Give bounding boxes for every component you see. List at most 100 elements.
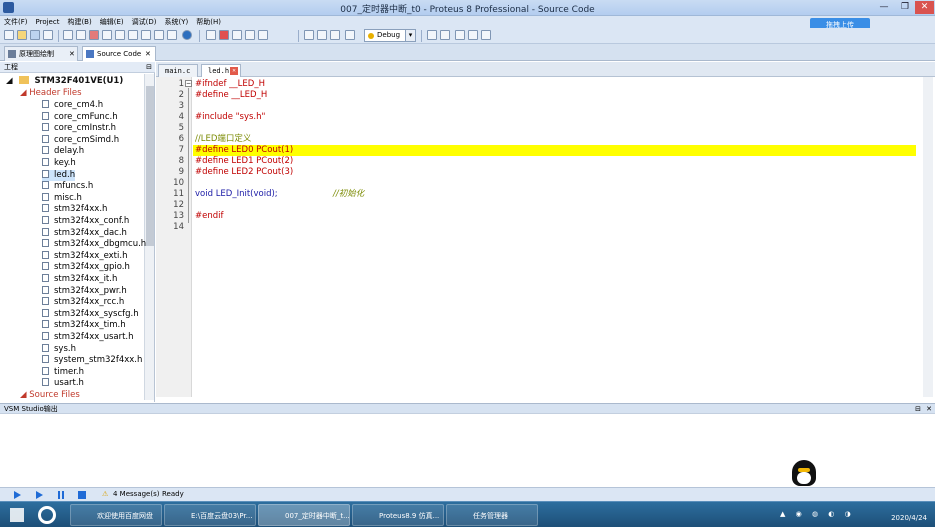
properties-icon[interactable] (258, 30, 268, 40)
project-settings-icon[interactable] (345, 30, 355, 40)
file-item[interactable]: stm32f4xx_rcc.h (42, 297, 124, 309)
close-button[interactable]: ✕ (915, 1, 934, 14)
tab-led-h[interactable]: led.h ✕ (201, 64, 241, 77)
file-item[interactable]: stm32f4xx_pwr.h (42, 285, 127, 298)
code-line[interactable]: #define LED2 PCout(3) (195, 167, 293, 178)
save-all-icon[interactable] (43, 30, 53, 40)
clock[interactable]: 2020/4/24 (891, 506, 927, 523)
file-item[interactable]: usart.h (42, 378, 84, 390)
code-line[interactable]: #endif (195, 211, 224, 222)
paste-icon[interactable] (245, 30, 255, 40)
file-item[interactable]: key.h (42, 158, 76, 170)
code-line[interactable]: #define LED0 PCout(1) (195, 145, 293, 156)
file-item[interactable]: misc.h (42, 192, 82, 205)
close-icon[interactable]: ✕ (926, 404, 932, 414)
code-line[interactable]: #ifndef __LED_H (195, 79, 265, 90)
file-item[interactable]: led.h (42, 169, 76, 182)
close-icon[interactable]: ✕ (230, 67, 238, 75)
copy-text-icon[interactable] (468, 30, 478, 40)
close-icon[interactable]: ✕ (69, 47, 75, 61)
editor-scrollbar[interactable] (923, 77, 933, 397)
notes-icon[interactable] (154, 30, 164, 40)
file-item[interactable]: core_cmInstr.h (42, 123, 116, 135)
file-item[interactable]: stm32f4xx_syscfg.h (42, 308, 139, 321)
file-item[interactable]: timer.h (42, 366, 84, 379)
pcb-icon[interactable] (89, 30, 99, 40)
build-icon[interactable] (304, 30, 314, 40)
undo-icon[interactable] (427, 30, 437, 40)
windows-start-icon[interactable] (10, 508, 24, 522)
minimize-button[interactable]: — (874, 1, 894, 14)
taskbar-item-proteus[interactable]: 007_定时器中断_t... (258, 504, 350, 526)
code-line[interactable]: #include "sys.h" (195, 112, 265, 123)
run-icon[interactable] (14, 491, 21, 499)
file-item[interactable]: stm32f4xx_dac.h (42, 227, 127, 240)
file-item[interactable]: stm32f4xx_tim.h (42, 320, 126, 332)
pin-icon[interactable]: ⊟ (146, 62, 152, 73)
menu-build[interactable]: 构建(B) (63, 16, 95, 28)
taskbar-item-explorer[interactable]: E:\百度云盘03\Pr... (164, 504, 256, 526)
code-editor[interactable]: #ifndef __LED_H #define __LED_H #include "… (193, 77, 923, 397)
maximize-button[interactable]: ❐ (895, 1, 915, 14)
file-item[interactable]: stm32f4xx.h (42, 204, 107, 216)
pause-icon[interactable] (58, 491, 64, 499)
tree-group-header-files[interactable]: ◢ Header Files (20, 88, 82, 100)
message-count[interactable]: 4 Message(s) (113, 488, 159, 501)
stop-icon[interactable] (78, 491, 86, 499)
file-item[interactable]: stm32f4xx_usart.h (42, 332, 134, 344)
build-config-select[interactable]: Debug ▾ (364, 29, 416, 42)
tree-group-source-files[interactable]: ◢ Source Files (20, 390, 80, 402)
save-icon[interactable] (30, 30, 40, 40)
fold-toggle-icon[interactable]: − (185, 80, 192, 87)
taskbar-item-baidu[interactable]: 欢迎使用百度网盘 (70, 504, 162, 526)
file-item[interactable]: stm32f4xx_exti.h (42, 250, 127, 263)
menu-system[interactable]: 系统(Y) (160, 16, 192, 28)
file-item[interactable]: core_cm4.h (42, 100, 103, 112)
pin-icon[interactable]: ⊟ (915, 404, 921, 414)
close-icon[interactable]: ✕ (145, 47, 151, 61)
redo-icon[interactable] (440, 30, 450, 40)
file-item[interactable]: core_cmFunc.h (42, 111, 118, 124)
file-item[interactable]: delay.h (42, 146, 84, 158)
menu-file[interactable]: 文件(F) (0, 16, 32, 28)
import-icon[interactable] (206, 30, 216, 40)
file-item[interactable]: mfuncs.h (42, 181, 93, 193)
open-folder-icon[interactable] (17, 30, 27, 40)
menu-debug[interactable]: 调试(D) (128, 16, 161, 28)
tree-root[interactable]: ◢ STM32F401VE(U1) (6, 76, 123, 88)
cut-icon[interactable] (455, 30, 465, 40)
document-icon[interactable] (167, 30, 177, 40)
tab-schematic[interactable]: 原理图绘制 ✕ (4, 46, 78, 61)
file-item[interactable]: stm32f4xx_it.h (42, 274, 117, 286)
delete-icon[interactable] (219, 30, 229, 40)
taskbar-item-taskmgr[interactable]: 任务管理器 (446, 504, 538, 526)
new-file-icon[interactable] (4, 30, 14, 40)
bom-icon[interactable] (128, 30, 138, 40)
rebuild-icon[interactable] (317, 30, 327, 40)
file-item[interactable]: core_cmSimd.h (42, 134, 119, 147)
gerber-icon[interactable] (115, 30, 125, 40)
file-item[interactable]: stm32f4xx_dbgmcu.h (42, 239, 146, 251)
menu-edit[interactable]: 编辑(E) (96, 16, 128, 28)
3d-view-icon[interactable] (102, 30, 112, 40)
code-line[interactable]: #define __LED_H (195, 90, 267, 101)
file-item[interactable]: sys.h (42, 343, 76, 356)
schematic-icon[interactable] (76, 30, 86, 40)
qq-penguin-icon[interactable] (792, 460, 816, 486)
file-item[interactable]: stm32f4xx_gpio.h (42, 262, 130, 274)
home-icon[interactable] (63, 30, 73, 40)
design-explorer-icon[interactable] (141, 30, 151, 40)
paste-text-icon[interactable] (481, 30, 491, 40)
browser-icon[interactable] (38, 506, 56, 524)
code-line[interactable]: #define LED1 PCout(2) (195, 156, 293, 167)
code-line[interactable]: //LED端口定义 (195, 134, 251, 145)
tray-icons[interactable]: ▲ ◉ ◍ ◐ ◑ (780, 510, 860, 520)
taskbar-item-word[interactable]: Proteus8.9 仿真... (352, 504, 444, 526)
file-item[interactable]: stm32f4xx_conf.h (42, 216, 129, 228)
menu-project[interactable]: Project (32, 16, 64, 28)
file-item[interactable]: system_stm32f4xx.h (42, 355, 142, 367)
copy-icon[interactable] (232, 30, 242, 40)
menu-help[interactable]: 帮助(H) (192, 16, 225, 28)
tab-main-c[interactable]: main.c (158, 64, 198, 77)
step-icon[interactable] (36, 491, 43, 499)
